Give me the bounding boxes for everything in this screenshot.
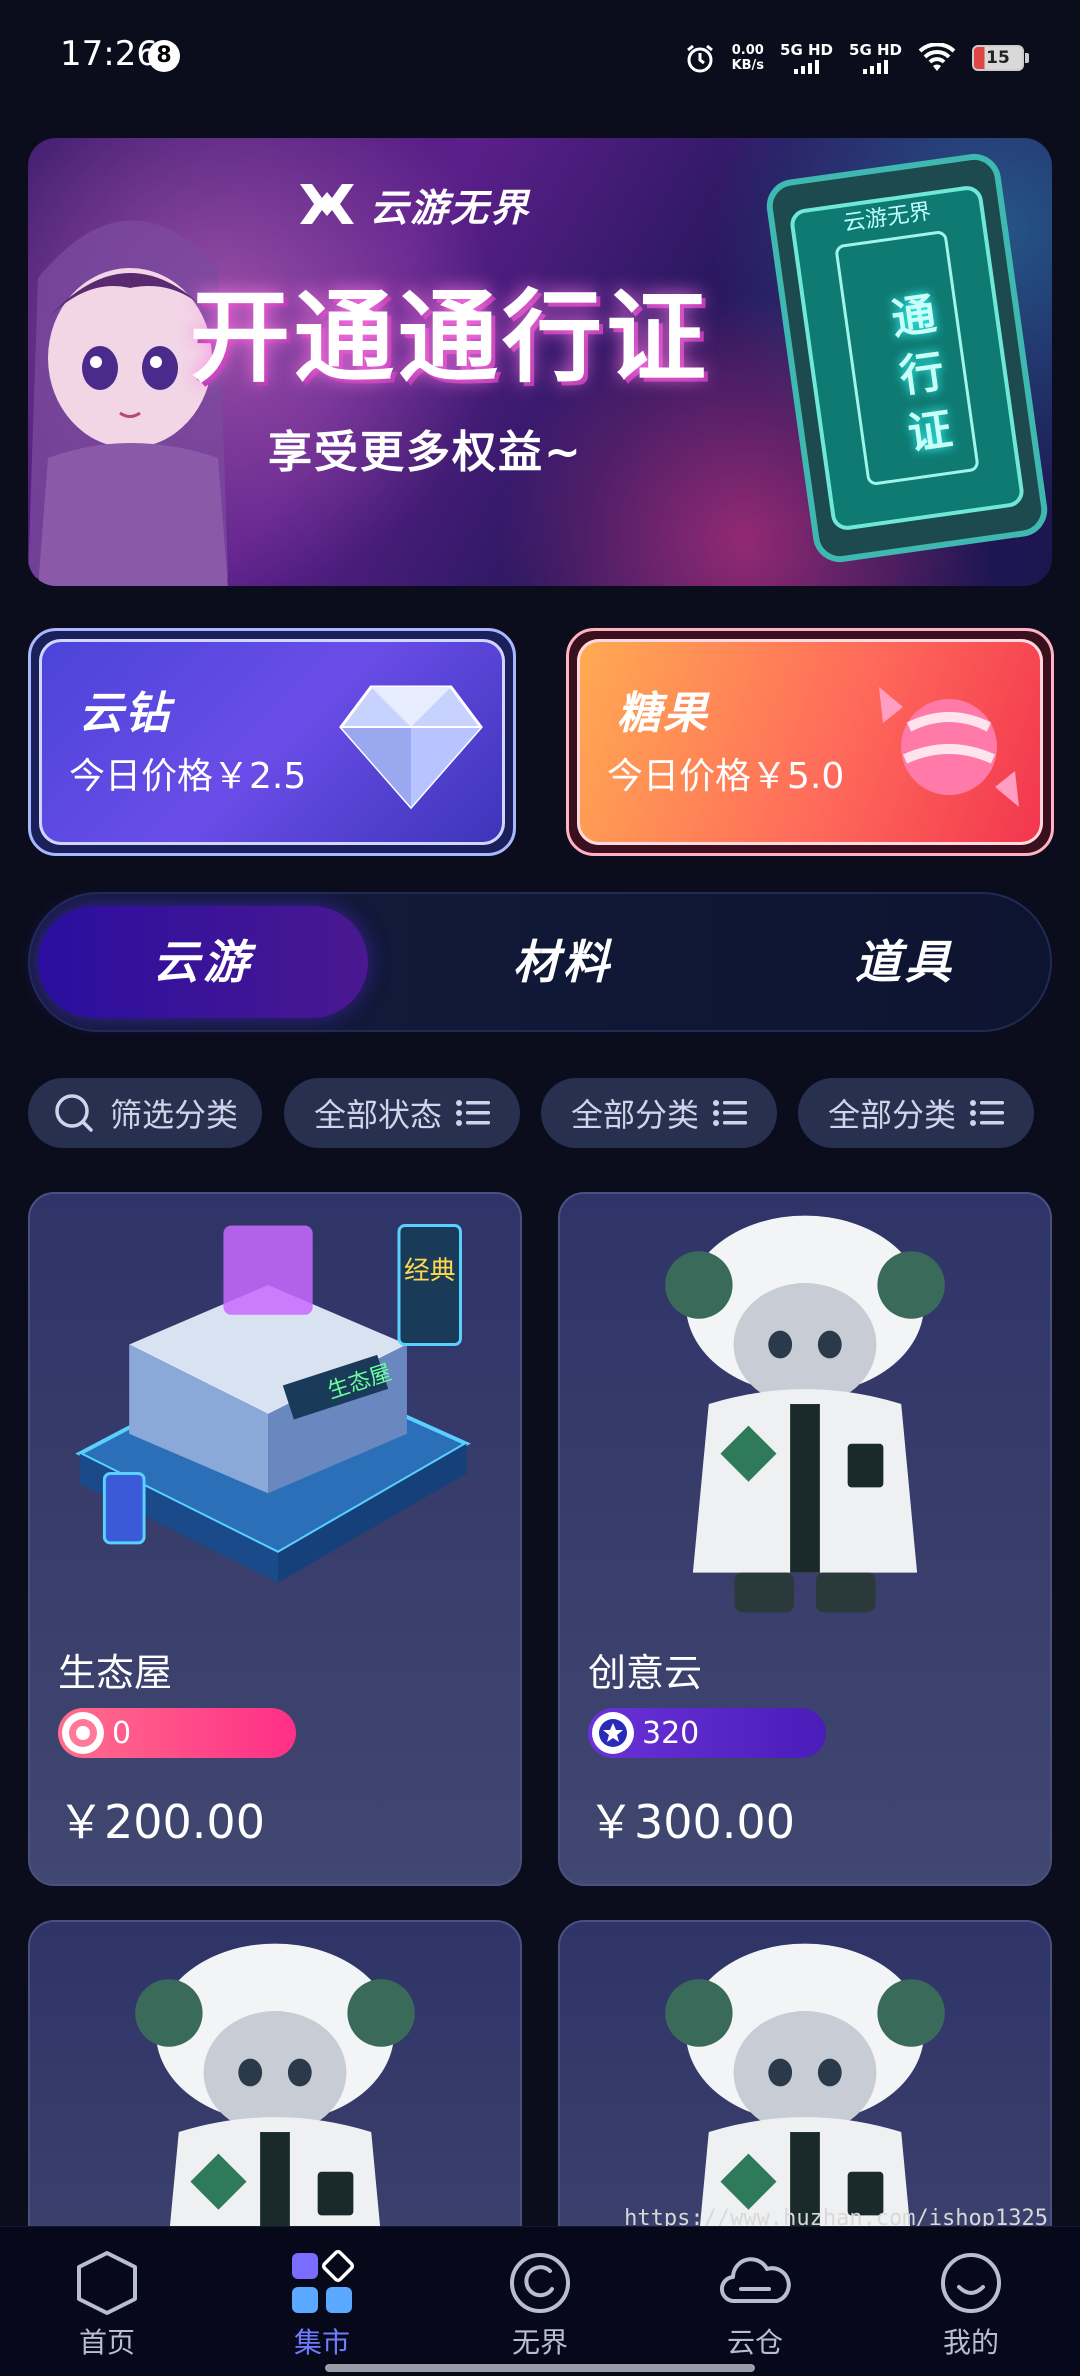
star-coin-icon bbox=[592, 1712, 634, 1754]
product-price: ￥200.00 bbox=[58, 1795, 265, 1849]
net-speed: 0.00 KB/s bbox=[732, 43, 764, 73]
net-speed-unit: KB/s bbox=[731, 58, 765, 73]
list-icon bbox=[713, 1100, 747, 1126]
product-price: ￥300.00 bbox=[588, 1795, 795, 1849]
list-icon bbox=[456, 1100, 490, 1126]
cloud-diamond-price-card[interactable]: 云钻 今日价格￥2.5 bbox=[28, 628, 516, 856]
bottom-navigation: 首页 集市 无界 云仓 我的 bbox=[0, 2226, 1080, 2376]
nav-item-home[interactable]: 首页 bbox=[32, 2249, 182, 2361]
nav-label: 无界 bbox=[511, 2326, 568, 2359]
price-card-title: 云钻 bbox=[79, 688, 171, 739]
signal-bars-icon bbox=[863, 60, 888, 74]
product-card[interactable]: 创意云 320 ￥300.00 bbox=[558, 1192, 1052, 1886]
candy-icon bbox=[879, 687, 1019, 807]
candy-price-card[interactable]: 糖果 今日价格￥5.0 bbox=[566, 628, 1054, 856]
banner-title: 开通通行证 bbox=[190, 279, 710, 396]
swirl-icon bbox=[510, 2253, 570, 2313]
price-card-price: 今日价格￥5.0 bbox=[607, 756, 845, 797]
battery-indicator: 15 bbox=[972, 45, 1029, 71]
product-card[interactable]: 生态屋 经典 生态屋 0 ￥200.00 bbox=[28, 1192, 522, 1886]
nav-item-wujie[interactable]: 无界 bbox=[465, 2249, 615, 2361]
alarm-icon bbox=[684, 42, 716, 74]
filter-all-status[interactable]: 全部状态 bbox=[284, 1078, 520, 1148]
signal-1: 5G HD bbox=[780, 42, 833, 74]
smile-icon bbox=[941, 2253, 1001, 2313]
nav-item-market[interactable]: 集市 bbox=[247, 2249, 397, 2361]
market-grid-icon bbox=[292, 2249, 355, 2313]
signal-2-label: 5G HD bbox=[849, 41, 902, 59]
signal-1-label: 5G HD bbox=[780, 41, 834, 59]
brand-logo-icon bbox=[300, 184, 354, 224]
search-icon bbox=[55, 1094, 93, 1132]
filter-label: 全部状态 bbox=[313, 1096, 442, 1134]
eco-house-image: 生态屋 经典 bbox=[75, 1224, 471, 1583]
filter-category-search[interactable]: 筛选分类 bbox=[28, 1078, 262, 1148]
tab-cloudtour[interactable]: 云游 bbox=[38, 906, 368, 1018]
sheep-character-image bbox=[665, 1215, 945, 1613]
product-name: 创意云 bbox=[588, 1651, 703, 1695]
cloud-icon bbox=[720, 2257, 791, 2304]
filter-all-category-2[interactable]: 全部分类 bbox=[798, 1078, 1034, 1148]
candy-coin-icon bbox=[62, 1712, 104, 1754]
nav-label: 首页 bbox=[78, 2326, 135, 2359]
filter-label: 筛选分类 bbox=[109, 1096, 238, 1134]
brand-logo: 云游无界 bbox=[296, 176, 530, 232]
nav-label: 集市 bbox=[293, 2326, 350, 2359]
signal-bars-icon bbox=[794, 60, 820, 74]
price-card-price: 今日价格￥2.5 bbox=[69, 756, 307, 797]
product-badge: 320 bbox=[588, 1708, 826, 1758]
nav-item-cloud-storage[interactable]: 云仓 bbox=[680, 2249, 830, 2361]
filter-label: 全部分类 bbox=[827, 1096, 956, 1134]
tab-items[interactable]: 道具 bbox=[740, 906, 1070, 1018]
diamond-icon bbox=[339, 685, 483, 810]
status-bar: 17:26 8 0.00 KB/s 5G HD 5G HD 15 bbox=[0, 0, 1080, 110]
classic-sign: 经典 bbox=[404, 1256, 456, 1286]
home-indicator[interactable] bbox=[325, 2364, 755, 2372]
product-badge: 0 bbox=[58, 1708, 296, 1758]
signal-2: 5G HD bbox=[849, 42, 902, 74]
category-tabs: 云游 材料 道具 bbox=[28, 892, 1052, 1032]
notification-count-badge: 8 bbox=[148, 40, 180, 72]
nav-item-profile[interactable]: 我的 bbox=[896, 2249, 1046, 2361]
price-card-title: 糖果 bbox=[617, 688, 709, 739]
nav-label: 云仓 bbox=[726, 2326, 783, 2359]
product-name: 生态屋 bbox=[58, 1651, 173, 1695]
banner-subtitle: 享受更多权益~ bbox=[268, 427, 583, 478]
wifi-icon bbox=[918, 43, 956, 73]
status-time: 17:26 bbox=[60, 34, 158, 74]
nav-label: 我的 bbox=[942, 2326, 999, 2359]
filter-all-category[interactable]: 全部分类 bbox=[541, 1078, 777, 1148]
list-icon bbox=[970, 1100, 1004, 1126]
hexagon-icon bbox=[77, 2251, 137, 2315]
product-badge-value: 320 bbox=[642, 1715, 700, 1751]
brand-logo-text: 云游无界 bbox=[370, 185, 531, 230]
net-speed-value: 0.00 bbox=[731, 43, 764, 58]
product-badge-value: 0 bbox=[112, 1715, 132, 1751]
filter-label: 全部分类 bbox=[570, 1096, 699, 1134]
pass-promo-banner[interactable]: 云游无界 开通通行证 享受更多权益~ 云游无界 通行证 bbox=[28, 138, 1052, 586]
status-icons: 0.00 KB/s 5G HD 5G HD 15 bbox=[684, 38, 1029, 78]
tab-materials[interactable]: 材料 bbox=[398, 906, 728, 1018]
